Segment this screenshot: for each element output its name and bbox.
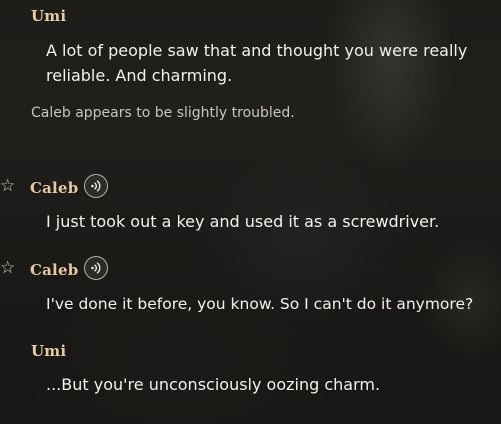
dialogue-line: ...But you're unconsciously oozing charm…: [46, 375, 381, 394]
dialogue-line: A lot of people saw that and thought you…: [46, 41, 468, 60]
dialogue-log: Umi A lot of people saw that and thought…: [0, 0, 501, 424]
speaker-name: Caleb: [30, 261, 79, 279]
speaker-name: Umi: [31, 342, 67, 360]
favorite-star-icon[interactable]: ☆: [0, 178, 15, 195]
speaker-name: Umi: [31, 7, 67, 25]
speaker-name: Caleb: [30, 179, 79, 197]
voice-play-button[interactable]: [84, 174, 108, 198]
voice-play-icon: [91, 262, 101, 274]
dialogue-line: I just took out a key and used it as a s…: [46, 212, 440, 231]
favorite-star-icon[interactable]: ☆: [0, 260, 15, 277]
voice-play-button[interactable]: [84, 256, 108, 280]
dialogue-line: I've done it before, you know. So I can'…: [46, 295, 474, 313]
voice-play-icon: [91, 180, 101, 192]
dialogue-line: reliable. And charming.: [46, 66, 233, 85]
narration-text: Caleb appears to be slightly troubled.: [31, 105, 295, 121]
